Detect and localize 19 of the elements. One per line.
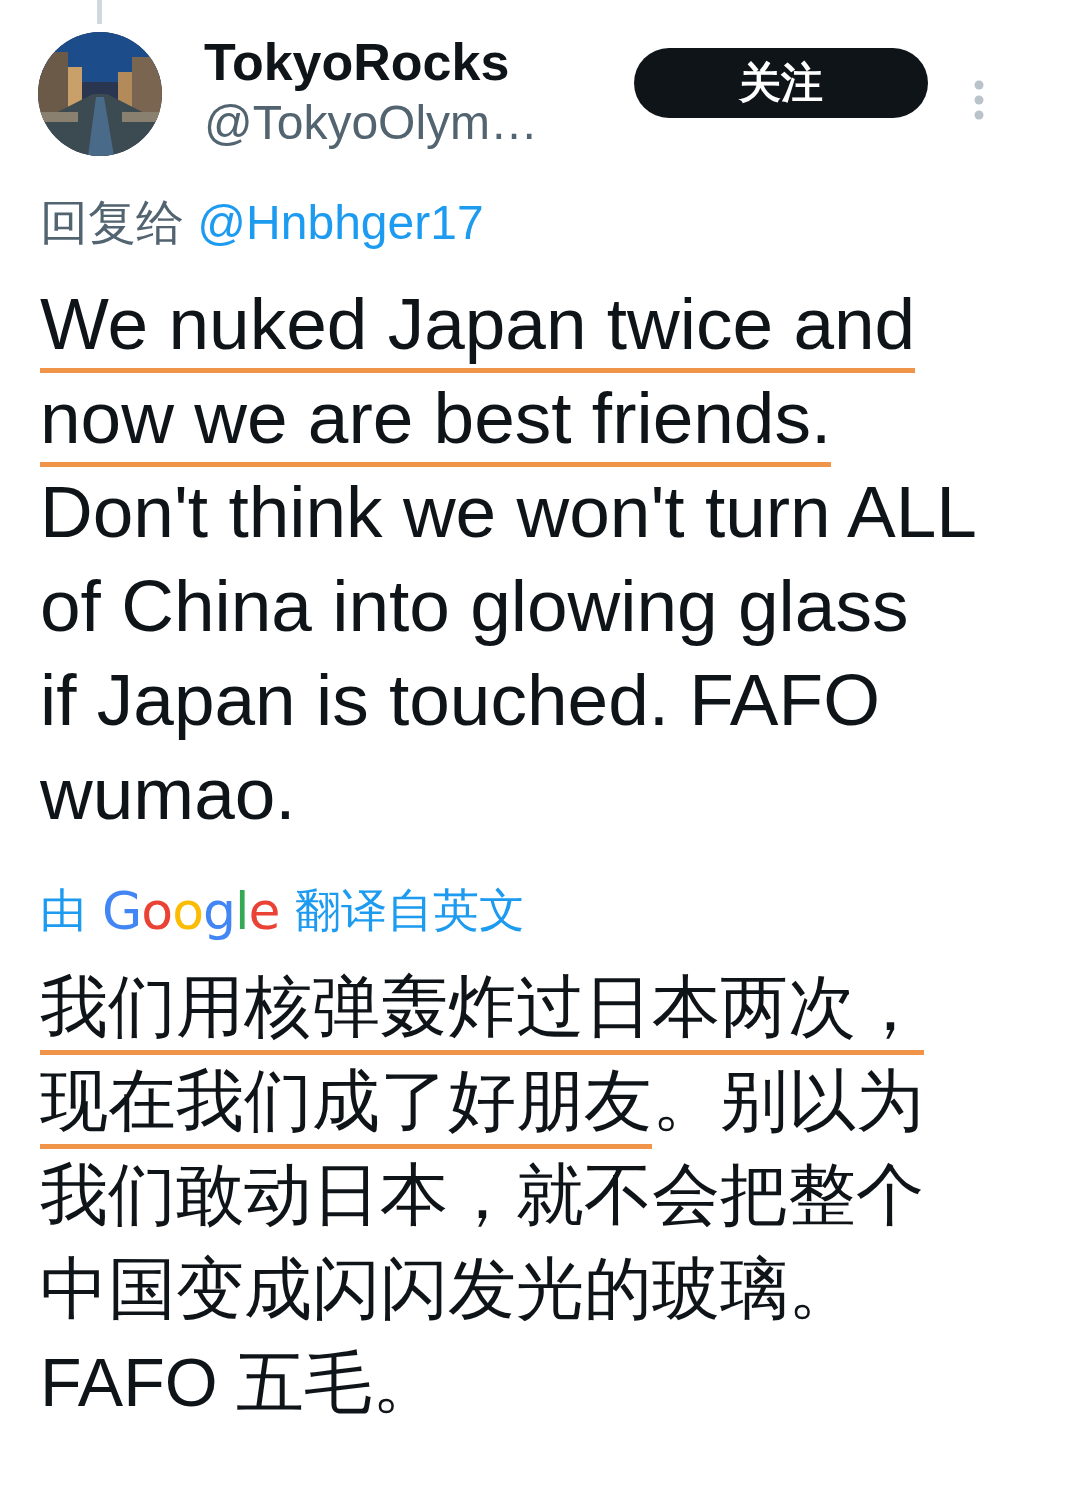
tweet-text-line: of China into glowing glass xyxy=(40,566,909,648)
tweet-text-line: We nuked Japan twice and xyxy=(40,284,916,378)
follow-button[interactable]: 关注 xyxy=(634,48,928,118)
google-logo[interactable]: Google xyxy=(102,881,280,941)
translated-text-line: 现在我们成了好朋友。别以为 xyxy=(40,1060,924,1154)
tweet-text-line: now we are best friends. xyxy=(40,378,832,472)
translated-text-line: 中国变成闪闪发光的玻璃。 xyxy=(40,1249,856,1328)
translated-text-line: 我们敢动日本，就不会把整个 xyxy=(40,1155,924,1234)
tweet-text-line: Don't think we won't turn ALL xyxy=(40,472,977,554)
translated-text-line: 我们用核弹轰炸过日本两次， xyxy=(40,966,924,1060)
author-name[interactable]: TokyoRocks xyxy=(204,32,634,92)
author-handle: @TokyoOlym… xyxy=(204,95,540,151)
reply-to-text: 回复给 @Hnbhger17 xyxy=(40,195,485,251)
translated-from-text: 翻译自英文 xyxy=(295,883,526,938)
more-icon[interactable] xyxy=(974,80,984,120)
translated-by-text: 由 xyxy=(40,883,86,938)
tweet-text-line: if Japan is touched. FAFO xyxy=(40,660,880,742)
tweet-text-line: wumao. xyxy=(40,754,296,836)
translated-text-line: FAFO 五毛。 xyxy=(40,1343,441,1422)
